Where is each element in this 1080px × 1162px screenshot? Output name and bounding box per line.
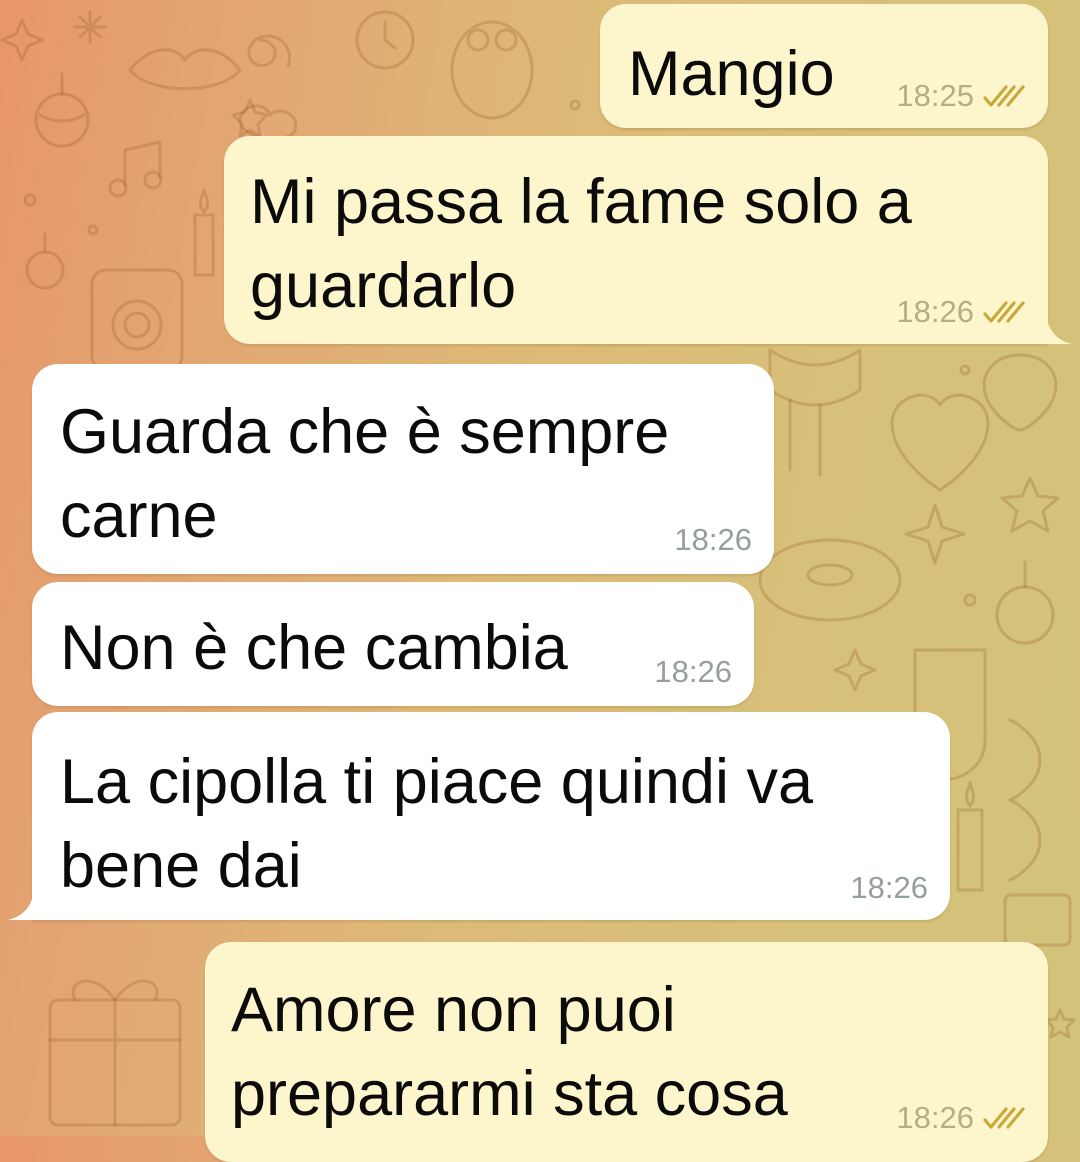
music-note-icon: [108, 140, 163, 198]
message-time: 18:26: [896, 294, 974, 329]
lips-icon: [128, 48, 242, 91]
message-text: Amore non puoi: [231, 975, 676, 1045]
message-time: 18:26: [654, 654, 732, 689]
message-text: Mi passa la fame solo a: [250, 167, 912, 237]
ornament-icon: [34, 72, 90, 148]
gift-icon: [48, 979, 182, 1127]
cloud-icon: [238, 104, 298, 141]
message-text: Guarda che è sempre: [60, 397, 670, 467]
message-text: Non è che cambia: [60, 613, 568, 683]
spiral-icon: [247, 34, 291, 68]
message-time: 18:26: [674, 522, 752, 557]
message-meta: 18:26: [896, 294, 1026, 330]
camera-icon: [90, 268, 184, 372]
message-text: bene dai: [60, 831, 302, 901]
clock-icon: [355, 10, 415, 70]
message-meta: 18:26: [896, 1100, 1026, 1136]
message-time: 18:26: [850, 870, 928, 905]
owl-icon: [450, 20, 534, 120]
strawberry-icon: [982, 353, 1058, 432]
message-meta: 18:25: [896, 78, 1026, 114]
double-check-icon: [983, 301, 1025, 323]
double-check-icon: [983, 1107, 1025, 1129]
message-text: prepararmi sta cosa: [231, 1059, 788, 1129]
snowflake-icon: [73, 10, 107, 44]
bauble-icon: [25, 232, 65, 290]
candle-tall-icon: [956, 780, 984, 892]
star-outline-icon: [833, 648, 877, 692]
scarf-icon: [768, 348, 862, 477]
message-text: La cipolla ti piace quindi va: [60, 747, 813, 817]
message-bubble-outgoing[interactable]: Amore non puoi prepararmi sta cosa 18:26: [205, 942, 1048, 1162]
star-corner-icon: [1044, 1008, 1076, 1039]
message-bubble-incoming[interactable]: Non è che cambia 18:26: [32, 582, 754, 706]
card-icon: [1003, 893, 1072, 947]
sparkle-icon: [0, 18, 44, 62]
ornament-ball-icon: [995, 560, 1055, 645]
bubble-tail: [1046, 314, 1072, 344]
message-time: 18:25: [896, 78, 974, 113]
message-bubble-incoming[interactable]: La cipolla ti piace quindi va bene dai 1…: [32, 712, 950, 920]
message-meta: 18:26: [850, 870, 928, 906]
star-left-icon: [231, 98, 269, 138]
candle-icon: [193, 188, 215, 277]
double-check-icon: [983, 85, 1025, 107]
message-text: carne: [60, 481, 218, 551]
message-text: guardarlo: [250, 251, 517, 321]
star-icon: [1000, 476, 1060, 533]
message-bubble-incoming[interactable]: Guarda che è sempre carne 18:26: [32, 364, 774, 574]
message-bubble-outgoing[interactable]: Mangio 18:25: [600, 4, 1048, 128]
message-meta: 18:26: [654, 654, 732, 690]
sparkle-small-icon: [904, 503, 966, 565]
bubble-tail: [8, 890, 34, 920]
message-meta: 18:26: [674, 522, 752, 558]
message-text: Mangio: [628, 39, 835, 109]
donut-icon: [758, 538, 902, 622]
message-bubble-outgoing[interactable]: Mi passa la fame solo a guardarlo 18:26: [224, 136, 1048, 344]
heart-icon: [890, 393, 990, 492]
ribbon-icon: [1008, 718, 1042, 882]
message-time: 18:26: [896, 1100, 974, 1135]
